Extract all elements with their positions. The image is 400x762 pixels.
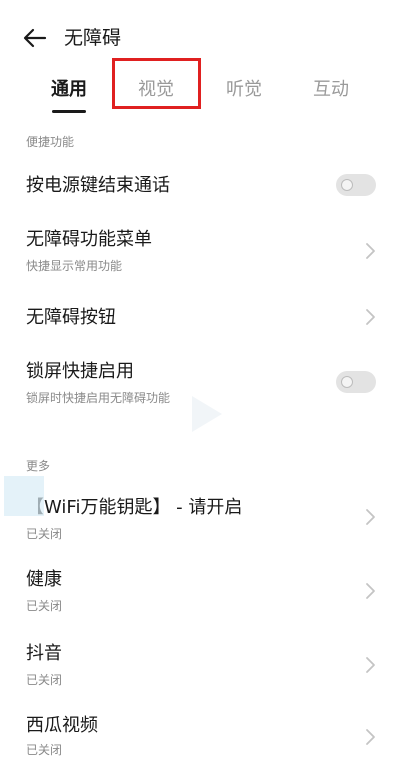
row-title: 健康 [26,569,62,590]
row-subtitle: 已关闭 [26,673,63,687]
tab-bar: 通用 视觉 听觉 互动 [0,72,400,113]
play-watermark-icon [192,396,222,432]
chevron-right-icon [366,243,375,259]
toggle-knob [341,179,353,191]
row-subtitle: 已关闭 [26,743,63,757]
header: 无障碍 [0,18,400,58]
active-tab-indicator [52,110,86,113]
row-xigua-video[interactable]: 西瓜视频 已关闭 [0,710,400,762]
lockscreen-shortcut-toggle[interactable] [336,371,376,393]
row-health[interactable]: 健康 已关闭 [0,564,400,620]
tab-general[interactable]: 通用 [44,72,94,110]
tab-interaction[interactable]: 互动 [306,72,356,110]
row-subtitle: 已关闭 [26,527,63,541]
row-subtitle: 锁屏时快捷启用无障碍功能 [26,391,171,405]
tab-vision[interactable]: 视觉 [131,72,181,110]
back-button[interactable] [20,24,50,52]
row-accessibility-menu[interactable]: 无障碍功能菜单 快捷显示常用功能 [0,222,400,282]
section-label-more: 更多 [26,459,51,473]
page-title: 无障碍 [64,27,122,49]
row-power-key-end-call[interactable]: 按电源键结束通话 [0,160,400,212]
row-title: 无障碍按钮 [26,307,116,328]
chevron-right-icon [366,583,375,599]
accessibility-settings-screen: 无障碍 通用 视觉 听觉 互动 便捷功能 按电源键结束通话 无障碍功能菜单 快捷… [0,0,400,762]
power-key-end-call-toggle[interactable] [336,174,376,196]
row-title: 抖音 [26,643,62,664]
row-subtitle: 已关闭 [26,599,63,613]
toggle-knob [341,376,353,388]
arrow-left-icon [23,28,47,48]
row-title: 无障碍功能菜单 [26,229,152,250]
row-title: 西瓜视频 [26,715,98,736]
row-wifi-master-key[interactable]: 【WiFi万能钥匙】 - 请开启 已关闭 [0,490,400,546]
chevron-right-icon [366,309,375,325]
row-title: 锁屏快捷启用 [26,361,134,382]
row-title: 按电源键结束通话 [26,175,170,196]
row-subtitle: 快捷显示常用功能 [26,259,123,273]
row-douyin[interactable]: 抖音 已关闭 [0,638,400,694]
section-label-shortcuts: 便捷功能 [26,135,75,149]
watermark-overlay [4,476,44,516]
tab-hearing[interactable]: 听觉 [219,72,269,110]
chevron-right-icon [366,657,375,673]
chevron-right-icon [366,509,375,525]
row-title: 【WiFi万能钥匙】 - 请开启 [26,497,243,518]
row-accessibility-button[interactable]: 无障碍按钮 [0,296,400,340]
chevron-right-icon [366,729,375,745]
